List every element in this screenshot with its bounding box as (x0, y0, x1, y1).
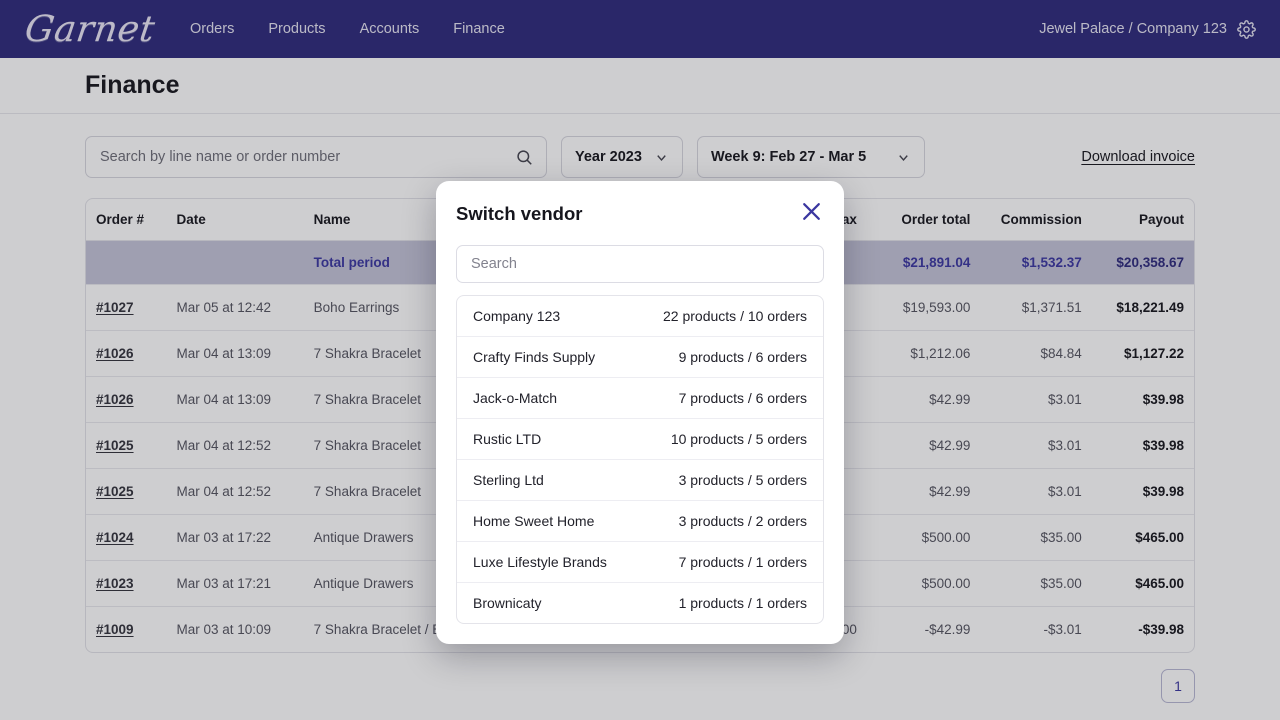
vendor-list-item[interactable]: Rustic LTD 10 products / 5 orders (457, 419, 823, 460)
app-root: Garnet Orders Products Accounts Finance … (0, 0, 1280, 720)
vendor-name: Company 123 (473, 308, 560, 324)
vendor-list-item[interactable]: Brownicaty 1 products / 1 orders (457, 583, 823, 623)
vendor-list-item[interactable]: Jack-o-Match 7 products / 6 orders (457, 378, 823, 419)
vendor-list-item[interactable]: Company 123 22 products / 10 orders (457, 296, 823, 337)
modal-header: Switch vendor (456, 199, 824, 229)
vendor-list-item[interactable]: Sterling Ltd 3 products / 5 orders (457, 460, 823, 501)
vendor-search-input[interactable] (471, 256, 809, 272)
vendor-name: Brownicaty (473, 595, 541, 611)
vendor-meta: 9 products / 6 orders (679, 349, 807, 365)
modal-title: Switch vendor (456, 203, 582, 225)
vendor-name: Luxe Lifestyle Brands (473, 554, 607, 570)
vendor-meta: 1 products / 1 orders (679, 595, 807, 611)
vendor-meta: 10 products / 5 orders (671, 431, 807, 447)
vendor-search-box[interactable] (456, 245, 824, 283)
vendor-list-item[interactable]: Home Sweet Home 3 products / 2 orders (457, 501, 823, 542)
vendor-name: Home Sweet Home (473, 513, 594, 529)
vendor-name: Sterling Ltd (473, 472, 544, 488)
vendor-name: Jack-o-Match (473, 390, 557, 406)
vendor-name: Crafty Finds Supply (473, 349, 595, 365)
vendor-meta: 7 products / 6 orders (679, 390, 807, 406)
switch-vendor-modal: Switch vendor Company 123 22 products / … (436, 181, 844, 644)
vendor-list-item[interactable]: Crafty Finds Supply 9 products / 6 order… (457, 337, 823, 378)
vendor-meta: 3 products / 5 orders (679, 472, 807, 488)
vendor-list: Company 123 22 products / 10 orders Craf… (456, 295, 824, 624)
vendor-meta: 22 products / 10 orders (663, 308, 807, 324)
vendor-list-item[interactable]: Luxe Lifestyle Brands 7 products / 1 ord… (457, 542, 823, 583)
vendor-meta: 3 products / 2 orders (679, 513, 807, 529)
close-icon[interactable] (799, 199, 824, 229)
vendor-name: Rustic LTD (473, 431, 541, 447)
vendor-meta: 7 products / 1 orders (679, 554, 807, 570)
